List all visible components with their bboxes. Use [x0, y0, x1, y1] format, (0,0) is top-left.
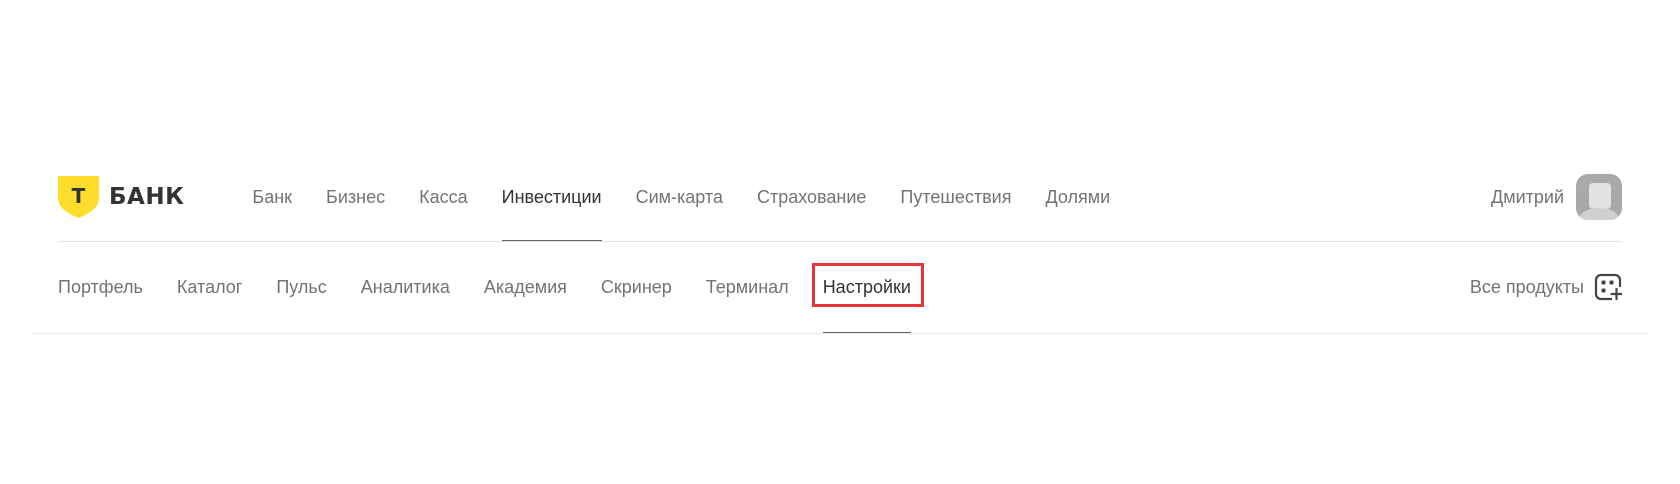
- main-nav-item-insurance[interactable]: Страхование: [757, 172, 866, 242]
- main-nav-item-business[interactable]: Бизнес: [326, 172, 385, 242]
- all-products-label: Все продукты: [1469, 276, 1584, 297]
- user-avatar-icon[interactable]: [1576, 174, 1622, 220]
- user-name: Дмитрий: [1491, 186, 1564, 207]
- avatar-face: [1589, 183, 1611, 209]
- main-nav-item-sim-card[interactable]: Сим-карта: [636, 172, 723, 242]
- sub-nav-divider: [32, 333, 1648, 334]
- main-nav-item-dolyami[interactable]: Долями: [1045, 172, 1110, 242]
- main-header: Т БАНК Банк Бизнес Касса Инвестиции Сим-…: [58, 172, 1622, 242]
- tab-academy[interactable]: Академия: [484, 262, 567, 334]
- tab-catalog[interactable]: Каталог: [177, 262, 242, 334]
- main-nav-item-kassa[interactable]: Касса: [419, 172, 468, 242]
- grid-plus-icon: [1594, 273, 1622, 301]
- main-nav: Банк Бизнес Касса Инвестиции Сим-карта С…: [252, 172, 1144, 242]
- main-nav-item-bank[interactable]: Банк: [252, 172, 292, 242]
- tab-terminal[interactable]: Терминал: [706, 262, 789, 334]
- main-nav-item-investments[interactable]: Инвестиции: [501, 172, 602, 242]
- tab-portfolio[interactable]: Портфель: [58, 262, 143, 334]
- tab-settings[interactable]: Настройки: [811, 262, 925, 334]
- svg-text:Т: Т: [72, 184, 86, 208]
- all-products-button[interactable]: Все продукты: [1470, 262, 1622, 312]
- user-menu[interactable]: Дмитрий: [1491, 172, 1622, 222]
- brand-name: БАНК: [109, 184, 185, 210]
- avatar-body: [1579, 208, 1619, 220]
- sub-nav: Портфель Каталог Пульс Аналитика Академи…: [58, 262, 1622, 334]
- header-divider: [58, 241, 1622, 242]
- tab-pulse[interactable]: Пульс: [276, 262, 326, 334]
- main-nav-item-travel[interactable]: Путешествия: [900, 172, 1011, 242]
- shield-logo-icon: Т: [58, 176, 99, 218]
- tab-screener[interactable]: Скринер: [601, 262, 672, 334]
- brand-logo[interactable]: Т БАНК: [58, 176, 184, 218]
- tab-analytics[interactable]: Аналитика: [361, 262, 450, 334]
